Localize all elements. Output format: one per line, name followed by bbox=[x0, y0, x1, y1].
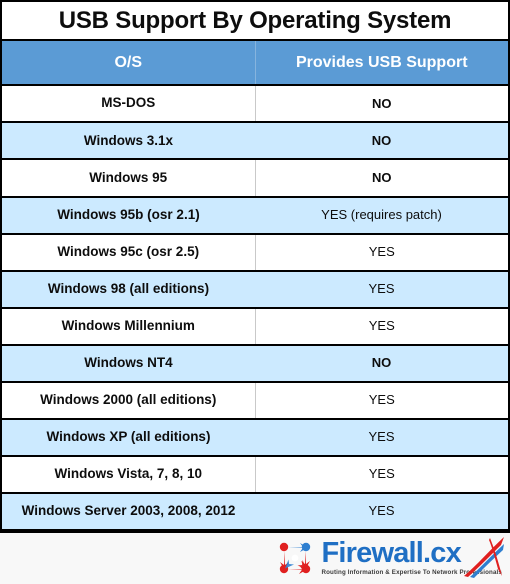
cell-os: Windows XP (all editions) bbox=[2, 417, 255, 457]
page-title: USB Support By Operating System bbox=[2, 2, 508, 42]
table-header-row: O/S Provides USB Support bbox=[2, 40, 508, 87]
cell-os: Windows 95c (osr 2.5) bbox=[2, 233, 256, 271]
cell-usb-support: YES bbox=[255, 381, 508, 419]
table-container: USB Support By Operating System O/S Prov… bbox=[0, 0, 510, 533]
cell-os: Windows 95b (osr 2.1) bbox=[2, 195, 255, 235]
column-header-support: Provides USB Support bbox=[255, 40, 508, 87]
cell-usb-support: YES bbox=[255, 417, 508, 457]
cell-os: Windows Server 2003, 2008, 2012 bbox=[2, 491, 255, 532]
cell-usb-support: YES bbox=[255, 233, 508, 271]
cell-os: Windows 98 (all editions) bbox=[2, 269, 255, 309]
table-row: Windows Vista, 7, 8, 10 YES bbox=[2, 455, 508, 493]
table-row: Windows NT4 NO bbox=[2, 343, 508, 383]
logo-text: Firewall.cx Routing Information & Expert… bbox=[321, 536, 504, 580]
cell-usb-support: YES bbox=[255, 307, 508, 345]
table-title-row: USB Support By Operating System bbox=[2, 2, 508, 42]
table-row: Windows XP (all editions) YES bbox=[2, 417, 508, 457]
cell-usb-support: YES bbox=[255, 491, 508, 532]
cell-usb-support: NO bbox=[255, 85, 508, 123]
cell-usb-support: NO bbox=[255, 343, 508, 383]
cell-os: MS-DOS bbox=[2, 85, 256, 123]
table-row: Windows Server 2003, 2008, 2012 YES bbox=[2, 491, 508, 532]
firewall-cx-logo[interactable]: Firewall.cx Routing Information & Expert… bbox=[275, 535, 504, 581]
logo-tagline: Routing Information & Expertise To Netwo… bbox=[321, 569, 502, 577]
table-row: Windows 95c (osr 2.5) YES bbox=[2, 233, 508, 271]
usb-support-table: USB Support By Operating System O/S Prov… bbox=[2, 2, 508, 532]
column-header-os: O/S bbox=[2, 40, 256, 87]
table-row: Windows 95 NO bbox=[2, 159, 508, 197]
table-row: Windows 98 (all editions) YES bbox=[2, 269, 508, 309]
cell-usb-support: NO bbox=[255, 159, 508, 197]
table-row: Windows 2000 (all editions) YES bbox=[2, 381, 508, 419]
cell-usb-support: NO bbox=[255, 121, 508, 161]
table-row: MS-DOS NO bbox=[2, 85, 508, 123]
firewall-cx-nodes-icon bbox=[275, 537, 317, 579]
cell-os: Windows 95 bbox=[2, 159, 256, 197]
cell-os: Windows Vista, 7, 8, 10 bbox=[2, 455, 256, 493]
table-row: Windows 3.1x NO bbox=[2, 121, 508, 161]
table-body: USB Support By Operating System O/S Prov… bbox=[2, 2, 508, 532]
cell-usb-support: YES bbox=[255, 455, 508, 493]
cell-usb-support: YES (requires patch) bbox=[255, 195, 508, 235]
logo-wordmark: Firewall.cx bbox=[321, 537, 461, 570]
table-row: Windows Millennium YES bbox=[2, 307, 508, 345]
cell-usb-support: YES bbox=[255, 269, 508, 309]
cell-os: Windows 2000 (all editions) bbox=[2, 381, 256, 419]
table-row: Windows 95b (osr 2.1) YES (requires patch… bbox=[2, 195, 508, 235]
cell-os: Windows NT4 bbox=[2, 343, 255, 383]
footer: Firewall.cx Routing Information & Expert… bbox=[0, 533, 510, 583]
cell-os: Windows 3.1x bbox=[2, 121, 255, 161]
cell-os: Windows Millennium bbox=[2, 307, 256, 345]
usb-support-table-sheet: USB Support By Operating System O/S Prov… bbox=[0, 0, 510, 583]
